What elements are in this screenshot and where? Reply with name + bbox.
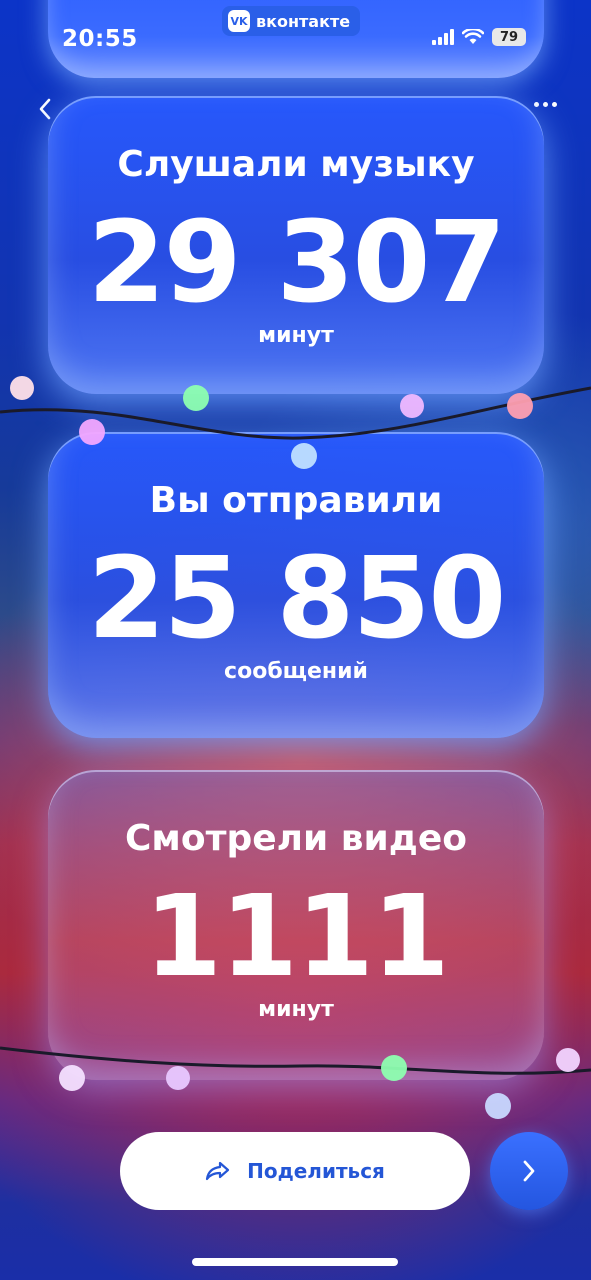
wifi-icon [462, 29, 484, 44]
garland-bottom [0, 1046, 591, 1119]
status-time: 20:55 [62, 26, 138, 52]
bulb-icon [291, 443, 317, 469]
more-dot [552, 102, 557, 107]
bulb-icon [556, 1048, 580, 1072]
cellular-signal-icon [432, 29, 454, 45]
stat-label: Смотрели видео [125, 818, 467, 859]
battery-indicator: 79 [492, 28, 526, 46]
bulb-icon [10, 376, 34, 400]
home-indicator [192, 1258, 398, 1266]
bulb-icon [507, 393, 533, 419]
bulb-icon [400, 394, 424, 418]
bulb-icon [79, 419, 105, 445]
more-dot [543, 102, 548, 107]
stat-label: Вы отправили [149, 480, 443, 521]
bulb-icon [485, 1093, 511, 1119]
stat-value: 1111 [144, 872, 450, 1002]
chevron-right-icon [523, 1160, 535, 1182]
stat-card-music: Слушали музыку 29 307 минут [48, 96, 544, 394]
status-icons: 79 [432, 28, 526, 46]
bulb-icon [381, 1055, 407, 1081]
stat-label: Слушали музыку [117, 144, 475, 185]
stat-value: 29 307 [87, 198, 507, 328]
stat-value: 25 850 [87, 534, 507, 664]
stat-unit: минут [258, 997, 334, 1022]
more-dot [534, 102, 539, 107]
next-button[interactable] [490, 1132, 568, 1210]
bulb-icon [59, 1065, 85, 1091]
share-arrow-icon [205, 1161, 230, 1181]
more-button[interactable] [534, 102, 557, 107]
vk-logo-icon: VK [228, 10, 250, 32]
vk-badge: VK вконтакте [222, 6, 361, 36]
bulb-icon [183, 385, 209, 411]
share-button-label: Поделиться [247, 1159, 385, 1183]
vk-badge-label: вконтакте [256, 11, 351, 31]
chevron-left-icon [39, 98, 51, 120]
garland-top [0, 376, 591, 469]
share-button[interactable]: Поделиться [120, 1132, 470, 1210]
bulb-icon [166, 1066, 190, 1090]
